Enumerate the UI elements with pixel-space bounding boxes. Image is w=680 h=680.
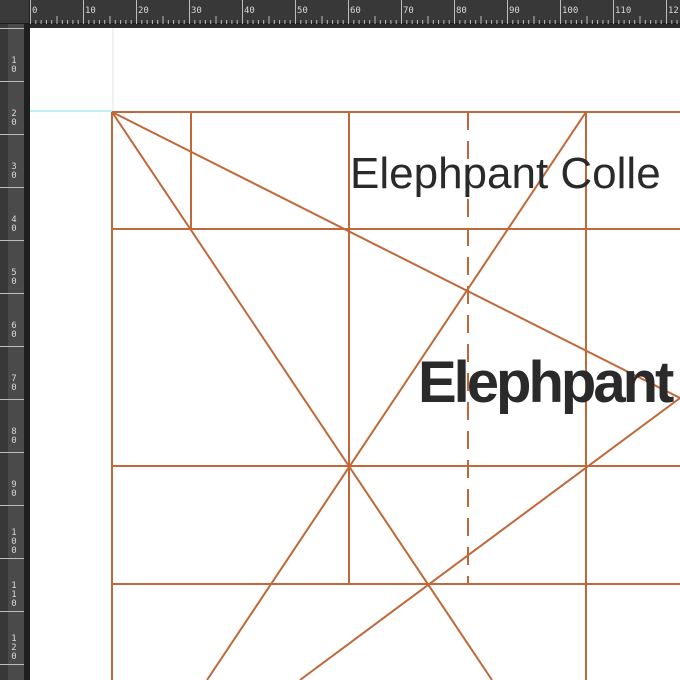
diagonal-4 — [299, 397, 680, 680]
layout-guide-lines — [26, 28, 680, 680]
document-subtitle[interactable]: Elephpant Colle — [350, 150, 661, 198]
document-title[interactable]: Elephpant — [418, 350, 674, 416]
ruler-edge — [24, 24, 30, 680]
